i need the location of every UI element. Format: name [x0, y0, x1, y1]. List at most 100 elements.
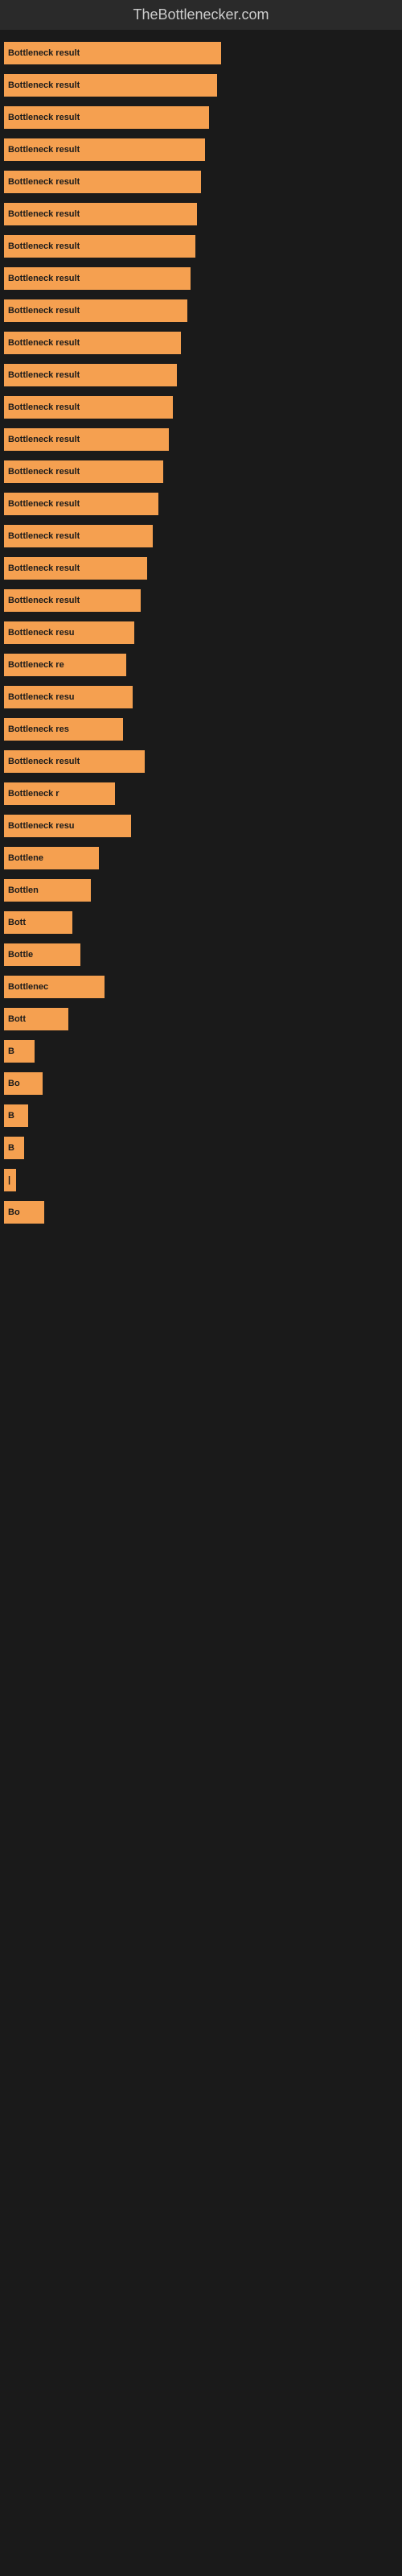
bottleneck-bar: Bottleneck result — [4, 396, 173, 419]
bar-row: B — [4, 1036, 398, 1067]
bottleneck-bar: Bottle — [4, 943, 80, 966]
bar-row: Bottleneck result — [4, 328, 398, 358]
bar-label: Bottleneck res — [8, 724, 69, 734]
bar-label: Bottleneck result — [8, 145, 80, 155]
bottleneck-bar: Bottleneck result — [4, 428, 169, 451]
bar-label: Bottlene — [8, 853, 43, 863]
bottleneck-bar: Bottleneck resu — [4, 621, 134, 644]
bar-label: Bottleneck resu — [8, 628, 75, 638]
bar-row: Bottleneck r — [4, 778, 398, 809]
bar-row: Bottleneck result — [4, 746, 398, 777]
bottleneck-bar: Bott — [4, 1008, 68, 1030]
bar-row: Bottleneck res — [4, 714, 398, 745]
bar-label: Bottlenec — [8, 982, 48, 992]
bar-label: Bottleneck result — [8, 177, 80, 187]
bar-row: Bottleneck resu — [4, 811, 398, 841]
bar-label: Bott — [8, 918, 26, 927]
bar-label: Bo — [8, 1079, 20, 1088]
bottleneck-bar: Bottleneck result — [4, 460, 163, 483]
bar-row: Bottleneck result — [4, 199, 398, 229]
bottleneck-bar: Bo — [4, 1072, 43, 1095]
bar-label: Bottleneck result — [8, 531, 80, 541]
bar-row: Bottleneck result — [4, 585, 398, 616]
bar-label: Bottleneck result — [8, 338, 80, 348]
bar-label: Bottleneck result — [8, 306, 80, 316]
bar-row: Bottleneck result — [4, 231, 398, 262]
bottleneck-bar: Bottleneck result — [4, 299, 187, 322]
bar-label: Bottleneck result — [8, 467, 80, 477]
bottleneck-bar: Bottleneck resu — [4, 686, 133, 708]
bar-label: Bottleneck resu — [8, 692, 75, 702]
bar-label: Bottleneck r — [8, 789, 59, 799]
bottleneck-bar: Bottlenec — [4, 976, 105, 998]
bottleneck-bar: Bottleneck re — [4, 654, 126, 676]
bar-label: Bottleneck result — [8, 757, 80, 766]
bar-row: Bottleneck result — [4, 360, 398, 390]
bar-label: Bottleneck result — [8, 113, 80, 122]
bar-row: | — [4, 1165, 398, 1195]
bar-row: Bottle — [4, 939, 398, 970]
bottleneck-bar: Bottleneck result — [4, 74, 217, 97]
bottleneck-bar: Bottleneck result — [4, 332, 181, 354]
bar-row: Bottleneck result — [4, 392, 398, 423]
bottleneck-bar: Bottleneck result — [4, 750, 145, 773]
bottleneck-bar: Bottleneck result — [4, 589, 141, 612]
bar-label: Bottleneck result — [8, 596, 80, 605]
bar-label: Bottleneck result — [8, 209, 80, 219]
bar-label: Bott — [8, 1014, 26, 1024]
bottleneck-bar: Bottleneck result — [4, 557, 147, 580]
bar-label: Bottleneck result — [8, 242, 80, 251]
bar-row: Bo — [4, 1068, 398, 1099]
bottleneck-bar: Bottleneck result — [4, 525, 153, 547]
bar-label: B — [8, 1143, 14, 1153]
bar-label: Bottleneck result — [8, 402, 80, 412]
bottleneck-bar: Bo — [4, 1201, 44, 1224]
bar-row: Bo — [4, 1197, 398, 1228]
bar-label: Bo — [8, 1208, 20, 1217]
bottleneck-bar: Bottleneck result — [4, 493, 158, 515]
bar-row: Bott — [4, 1004, 398, 1034]
bottleneck-bar: Bottleneck result — [4, 235, 195, 258]
bar-row: Bottleneck result — [4, 456, 398, 487]
bottleneck-bar: Bottleneck result — [4, 171, 201, 193]
bottleneck-bar: | — [4, 1169, 16, 1191]
bar-label: Bottlen — [8, 886, 39, 895]
site-title: TheBottlenecker.com — [0, 0, 402, 30]
bar-row: Bott — [4, 907, 398, 938]
bar-row: Bottleneck result — [4, 38, 398, 68]
bars-container: Bottleneck result Bottleneck result Bottle… — [0, 30, 402, 1237]
bottleneck-bar: B — [4, 1104, 28, 1127]
bar-label: Bottleneck result — [8, 274, 80, 283]
bar-label: Bottle — [8, 950, 33, 960]
bar-row: Bottlen — [4, 875, 398, 906]
bar-row: Bottleneck re — [4, 650, 398, 680]
bar-row: Bottleneck result — [4, 70, 398, 101]
bottleneck-bar: Bottleneck result — [4, 138, 205, 161]
bottleneck-bar: B — [4, 1137, 24, 1159]
bar-label: Bottleneck result — [8, 564, 80, 573]
bottleneck-bar: Bottleneck result — [4, 203, 197, 225]
bar-row: B — [4, 1133, 398, 1163]
bar-label: Bottleneck result — [8, 499, 80, 509]
bar-row: Bottleneck result — [4, 521, 398, 551]
bar-label: Bottleneck result — [8, 370, 80, 380]
bar-row: Bottleneck result — [4, 263, 398, 294]
bar-label: Bottleneck re — [8, 660, 64, 670]
bar-row: Bottleneck result — [4, 553, 398, 584]
bar-row: B — [4, 1100, 398, 1131]
bar-row: Bottleneck resu — [4, 682, 398, 712]
bottleneck-bar: Bottleneck result — [4, 267, 191, 290]
bar-label: Bottleneck result — [8, 435, 80, 444]
bottleneck-bar: Bottleneck res — [4, 718, 123, 741]
bottleneck-bar: B — [4, 1040, 35, 1063]
bar-row: Bottleneck result — [4, 489, 398, 519]
bar-row: Bottlenec — [4, 972, 398, 1002]
bottleneck-bar: Bott — [4, 911, 72, 934]
bar-label: Bottleneck result — [8, 48, 80, 58]
bar-row: Bottleneck resu — [4, 617, 398, 648]
bottleneck-bar: Bottlen — [4, 879, 91, 902]
bar-row: Bottleneck result — [4, 295, 398, 326]
bottleneck-bar: Bottleneck result — [4, 106, 209, 129]
bottleneck-bar: Bottleneck r — [4, 782, 115, 805]
bottleneck-bar: Bottlene — [4, 847, 99, 869]
